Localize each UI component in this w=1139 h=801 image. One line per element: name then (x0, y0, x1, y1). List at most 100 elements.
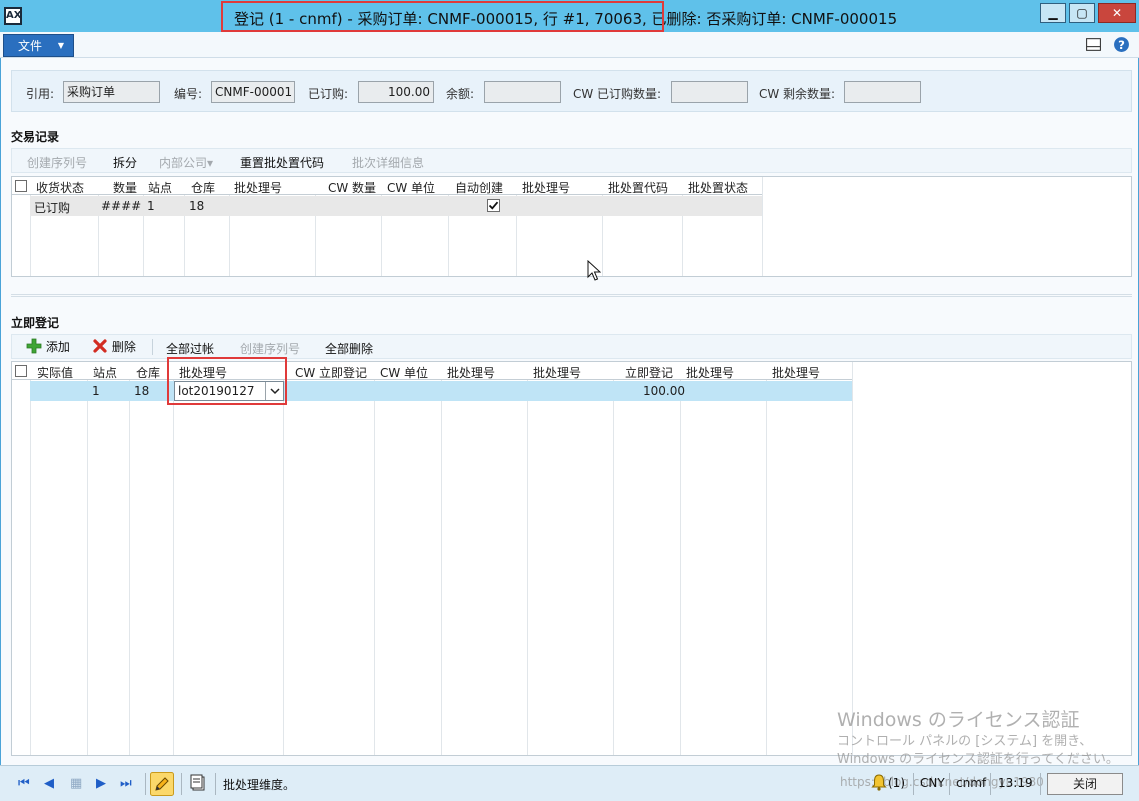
chevron-down-icon: ▼ (57, 41, 64, 50)
column-header[interactable]: 站点 (148, 179, 172, 196)
currency-indicator[interactable]: CNY (920, 776, 945, 790)
section-divider (11, 294, 1132, 297)
delete-button-label: 删除 (111, 340, 136, 354)
reset-disposition-button[interactable]: 重置批处置代码 (240, 154, 324, 171)
first-record-button[interactable]: ⏮ (18, 776, 30, 791)
menu-strip: 文件 ▼ ? (0, 32, 1139, 58)
column-header[interactable]: 仓库 (191, 179, 215, 196)
ref-field[interactable]: 采购订单 (63, 81, 160, 103)
column-header[interactable]: CW 立即登记 (295, 364, 367, 381)
cw-remaining-field[interactable] (844, 81, 921, 103)
batch-highlight-box (167, 357, 287, 405)
title-bar: AX 登记 (1 - cnmf) - 采购订单: CNMF-000015, 行 … (0, 0, 1139, 32)
register-now-cell: 100.00 (643, 384, 685, 398)
auto-create-checkbox[interactable] (487, 199, 500, 212)
reference-bar: 引用: 采购订单 编号: CNMF-00001 已订购: 100.00 余额: … (11, 70, 1132, 112)
status-bar: ⏮ ◀ ▦ ▶ ⏭ 批处理维度。 https://blog.csdn.net/d… (0, 765, 1139, 801)
column-header[interactable]: 站点 (93, 364, 117, 381)
column-header[interactable]: 批处置代码 (608, 179, 668, 196)
next-record-button[interactable]: ▶ (96, 776, 106, 791)
table-row[interactable]: 1 18 lot20190127 100.00 (30, 381, 852, 401)
close-window-button[interactable]: ✕ (1098, 3, 1136, 23)
last-record-button[interactable]: ⏭ (120, 776, 132, 791)
time-indicator: 13:19 (998, 776, 1033, 790)
cw-remaining-label: CW 剩余数量: (759, 87, 836, 101)
column-header[interactable]: 立即登记 (625, 364, 673, 381)
status-cell: 已订购 (34, 201, 71, 215)
layout-icon[interactable] (1085, 36, 1102, 53)
post-all-button[interactable]: 全部过帐 (166, 340, 214, 357)
maximize-button[interactable]: ▢ (1069, 3, 1095, 23)
quantity-cell: #### (101, 199, 142, 213)
transactions-title: 交易记录 (11, 130, 60, 144)
number-field[interactable]: CNMF-00001 (211, 81, 295, 103)
grid-view-button[interactable]: ▦ (70, 776, 82, 791)
column-header[interactable]: 批处理号 (522, 179, 570, 196)
attachment-icon[interactable] (190, 774, 206, 792)
main-area: 引用: 采购订单 编号: CNMF-00001 已订购: 100.00 余额: … (1, 58, 1138, 767)
add-button[interactable]: 添加 (26, 338, 70, 355)
balance-label: 余额: (446, 87, 475, 101)
transactions-header: 收货状态 数量 站点 仓库 批处理号 CW 数量 CW 单位 自动创建 批处理号… (12, 177, 762, 195)
notification-bell-icon[interactable] (871, 774, 887, 791)
file-menu-button[interactable]: 文件 ▼ (3, 34, 74, 57)
file-menu-label: 文件 (18, 39, 43, 53)
delete-button[interactable]: 删除 (92, 338, 136, 355)
delete-all-button[interactable]: 全部删除 (325, 340, 373, 357)
number-label: 编号: (174, 87, 203, 101)
create-serial-button[interactable]: 创建序列号 (240, 340, 300, 357)
minimize-button[interactable]: ▁ (1040, 3, 1066, 23)
close-button[interactable]: 关闭 (1047, 773, 1123, 795)
company-indicator[interactable]: cnmf (956, 776, 986, 790)
cw-ordered-label: CW 已订购数量: (573, 87, 662, 101)
site-cell: 1 (92, 384, 100, 398)
warehouse-cell: 18 (189, 199, 205, 213)
help-icon[interactable]: ? (1113, 36, 1130, 53)
intercompany-button[interactable]: 内部公司▾ (159, 154, 213, 171)
transactions-toolbar: 创建序列号 拆分 内部公司▾ 重置批处置代码 批次详细信息 (11, 148, 1132, 173)
delete-x-icon (93, 339, 107, 353)
column-header[interactable]: 批处理号 (686, 364, 734, 381)
column-header[interactable]: 自动创建 (455, 179, 503, 196)
column-header[interactable]: 批处理号 (533, 364, 581, 381)
registration-title: 立即登记 (11, 316, 60, 330)
column-header[interactable]: 数量 (113, 179, 137, 196)
app-icon: AX (4, 7, 22, 25)
status-message: 批处理维度。 (223, 778, 296, 792)
column-header[interactable]: 实际值 (37, 364, 73, 381)
column-header[interactable]: 批处理号 (234, 179, 282, 196)
add-button-label: 添加 (45, 340, 70, 354)
activation-watermark-title: Windows のライセンス認証 (837, 709, 1080, 731)
previous-record-button[interactable]: ◀ (44, 776, 54, 791)
column-header[interactable]: 批处理号 (447, 364, 495, 381)
column-header[interactable]: CW 单位 (387, 179, 435, 196)
ordered-field[interactable]: 100.00 (358, 81, 434, 103)
create-serial-button[interactable]: 创建序列号 (27, 154, 87, 171)
site-cell: 1 (147, 199, 155, 213)
balance-field[interactable] (484, 81, 561, 103)
select-all-checkbox[interactable] (15, 180, 27, 192)
ref-label: 引用: (26, 87, 55, 101)
ordered-label: 已订购: (308, 87, 349, 101)
registration-grid: 实际值 站点 仓库 批处理号 CW 立即登记 CW 单位 批处理号 批处理号 立… (11, 361, 1132, 756)
column-header[interactable]: CW 单位 (380, 364, 428, 381)
batch-details-button[interactable]: 批次详细信息 (352, 154, 424, 171)
title-highlight-box (221, 1, 664, 32)
cw-ordered-field[interactable] (671, 81, 748, 103)
split-button[interactable]: 拆分 (113, 154, 137, 171)
column-header[interactable]: 批处理号 (772, 364, 820, 381)
warehouse-cell: 18 (134, 384, 150, 398)
activation-watermark-line: コントロール パネルの [システム] を開き、 (837, 734, 1093, 749)
column-header[interactable]: 仓库 (136, 364, 160, 381)
mouse-cursor-icon (587, 260, 601, 281)
column-header[interactable]: 收货状态 (36, 179, 84, 196)
select-all-checkbox[interactable] (15, 365, 27, 377)
edit-pencil-icon[interactable] (150, 772, 174, 796)
notification-count[interactable]: (1) (888, 776, 905, 790)
transactions-grid: 收货状态 数量 站点 仓库 批处理号 CW 数量 CW 单位 自动创建 批处理号… (11, 176, 1132, 277)
column-header[interactable]: CW 数量 (328, 179, 376, 196)
registration-header: 实际值 站点 仓库 批处理号 CW 立即登记 CW 单位 批处理号 批处理号 立… (12, 362, 852, 380)
column-header[interactable]: 批处置状态 (688, 179, 748, 196)
svg-text:?: ? (1118, 38, 1125, 52)
table-row[interactable]: 已订购 #### 1 18 (30, 196, 762, 216)
